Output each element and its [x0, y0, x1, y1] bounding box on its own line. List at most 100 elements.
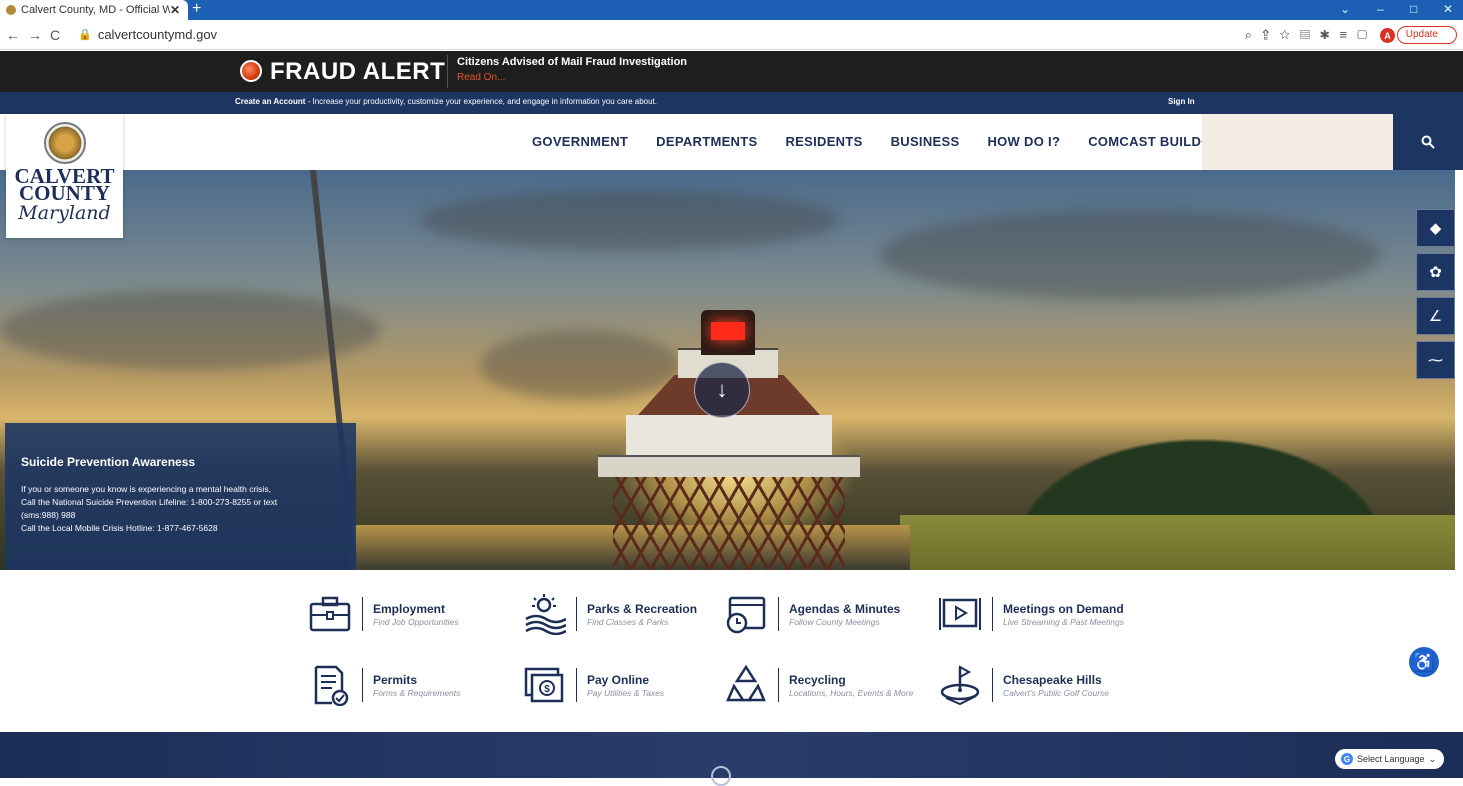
quick-link-subtitle: Calvert's Public Golf Course	[1003, 687, 1110, 698]
chevron-down-icon: ⌄	[1428, 753, 1437, 764]
speech-bubble-icon: ◆	[1429, 220, 1442, 237]
quick-link-title: Chesapeake Hills	[1003, 672, 1102, 687]
browser-tab[interactable]: Calvert County, MD - Official We ✕	[0, 0, 188, 20]
sun-waves-icon	[520, 592, 568, 636]
quick-link-pay-online[interactable]: $ Pay Online Pay Utilities & Taxes	[520, 663, 664, 707]
quick-link-meetings-on-demand[interactable]: Meetings on Demand Live Streaming & Past…	[936, 592, 1124, 636]
quick-links: Employment Find Job Opportunities Parks …	[0, 570, 1463, 732]
alert-divider	[447, 55, 448, 88]
quick-link-agendas-minutes[interactable]: Agendas & Minutes Follow County Meetings	[722, 592, 900, 636]
account-message: Create an Account - Increase your produc…	[235, 97, 657, 106]
county-seal-icon	[43, 122, 86, 164]
alert-read-on-link[interactable]: Read On...	[457, 72, 505, 83]
nav-buttons[interactable]: ←→C	[6, 27, 68, 43]
sign-in-link[interactable]: Sign In	[1168, 97, 1195, 106]
footer-ring-icon	[711, 766, 731, 786]
quick-link-employment[interactable]: Employment Find Job Opportunities	[306, 592, 459, 636]
notice-line-3: (sms:988) 988	[21, 510, 76, 520]
county-logo[interactable]: CALVERT COUNTY Maryland	[6, 114, 123, 238]
lighthouse-light	[711, 322, 745, 340]
arrow-down-icon: ↓	[716, 377, 728, 402]
address-bar: ←→C 🔒 calvertcountymd.gov ⌕⇪☆▤✱≡▢ A Upda…	[0, 20, 1463, 50]
quick-link-separator	[362, 668, 363, 702]
account-bar: Create an Account - Increase your produc…	[0, 92, 1463, 114]
nav-item-departments[interactable]: DEPARTMENTS	[656, 134, 757, 149]
trend-icon: ⁓	[1428, 352, 1443, 369]
quick-link-separator	[362, 597, 363, 631]
minimize-icon[interactable]: –	[1377, 2, 1384, 16]
cloud-shape	[420, 190, 840, 250]
recycle-icon	[722, 663, 770, 707]
logo-line-2: COUNTY	[18, 181, 110, 205]
quick-link-subtitle: Find Classes & Parks	[587, 616, 669, 627]
nav-spacer	[1202, 114, 1393, 170]
quick-link-separator	[778, 597, 779, 631]
golf-flag-icon	[936, 663, 984, 707]
nav-items: GOVERNMENT DEPARTMENTS RESIDENTS BUSINES…	[532, 134, 1230, 149]
quick-link-subtitle: Live Streaming & Past Meetings	[1003, 616, 1124, 627]
create-account-link[interactable]: Create an Account	[235, 97, 305, 106]
fraud-alert-bar: FRAUD ALERT Citizens Advised of Mail Fra…	[0, 51, 1463, 92]
money-icon: $	[520, 663, 568, 707]
video-play-icon	[936, 592, 984, 636]
nav-item-residents[interactable]: RESIDENTS	[785, 134, 862, 149]
maximize-icon[interactable]: □	[1410, 2, 1417, 16]
url-field[interactable]: calvertcountymd.gov	[98, 27, 217, 42]
lock-icon[interactable]: 🔒	[78, 28, 92, 41]
quick-link-title: Permits	[373, 672, 418, 687]
language-label: Select Language	[1357, 754, 1425, 764]
quick-link-subtitle: Follow County Meetings	[789, 616, 880, 627]
side-link-3[interactable]: ∠	[1416, 297, 1455, 335]
quick-link-separator	[992, 668, 993, 702]
close-tab-icon[interactable]: ✕	[170, 3, 180, 17]
quick-link-title: Parks & Recreation	[587, 601, 698, 616]
quick-link-subtitle: Locations, Hours, Events & More	[789, 687, 914, 698]
quick-link-chesapeake-hills[interactable]: Chesapeake Hills Calvert's Public Golf C…	[936, 663, 1109, 707]
accessibility-icon: ♿	[1412, 651, 1436, 672]
side-link-2[interactable]: ✿	[1416, 253, 1455, 291]
svg-text:$: $	[544, 684, 550, 695]
nav-item-business[interactable]: BUSINESS	[891, 134, 960, 149]
quick-link-separator	[576, 668, 577, 702]
favicon-icon	[6, 5, 16, 15]
quick-link-title: Employment	[373, 601, 446, 616]
main-nav: GOVERNMENT DEPARTMENTS RESIDENTS BUSINES…	[0, 114, 1463, 170]
document-check-icon	[306, 663, 354, 707]
quick-link-subtitle: Find Job Opportunities	[373, 616, 459, 627]
alert-light-icon	[240, 60, 262, 82]
quick-link-title: Recycling	[789, 672, 846, 687]
quick-link-title: Pay Online	[587, 672, 650, 687]
hero-image: ↓ Suicide Prevention Awareness If you or…	[0, 170, 1455, 570]
side-quick-icons: ◆ ✿ ∠ ⁓	[1416, 209, 1455, 385]
nav-item-how-do-i[interactable]: HOW DO I?	[987, 134, 1060, 149]
calendar-clock-icon	[722, 592, 770, 636]
paw-icon: ✿	[1429, 264, 1442, 281]
notice-line-2: Call the National Suicide Prevention Lif…	[21, 497, 278, 507]
side-link-1[interactable]: ◆	[1416, 209, 1455, 247]
briefcase-icon	[306, 592, 354, 636]
toolbar-icons[interactable]: ⌕⇪☆▤✱≡▢	[1245, 27, 1377, 43]
update-button[interactable]: Update	[1396, 26, 1457, 44]
quick-link-separator	[778, 668, 779, 702]
profile-avatar[interactable]: A	[1380, 28, 1395, 43]
search-icon	[1421, 135, 1435, 149]
google-translate-icon: G	[1341, 753, 1353, 765]
chevron-down-icon[interactable]: ⌄	[1340, 2, 1350, 16]
quick-link-separator	[576, 597, 577, 631]
scroll-down-button[interactable]: ↓	[694, 362, 750, 418]
alert-message[interactable]: Citizens Advised of Mail Fraud Investiga…	[457, 56, 687, 68]
search-button[interactable]	[1393, 114, 1463, 170]
notice-line-1: If you or someone you know is experienci…	[21, 484, 271, 494]
browser-tab-bar: Calvert County, MD - Official We ✕ + ⌄ –…	[0, 0, 1463, 20]
quick-link-parks-recreation[interactable]: Parks & Recreation Find Classes & Parks	[520, 592, 697, 636]
accessibility-button[interactable]: ♿	[1409, 647, 1439, 677]
quick-link-permits[interactable]: Permits Forms & Requirements	[306, 663, 460, 707]
nav-item-government[interactable]: GOVERNMENT	[532, 134, 628, 149]
close-window-icon[interactable]: ✕	[1443, 2, 1453, 16]
quick-link-recycling[interactable]: Recycling Locations, Hours, Events & Mor…	[722, 663, 913, 707]
new-tab-button[interactable]: +	[192, 1, 201, 17]
alert-title: FRAUD ALERT	[270, 58, 446, 85]
side-link-4[interactable]: ⁓	[1416, 341, 1455, 379]
footer-banner	[0, 732, 1463, 778]
language-select[interactable]: G Select Language ⌄	[1335, 749, 1444, 769]
